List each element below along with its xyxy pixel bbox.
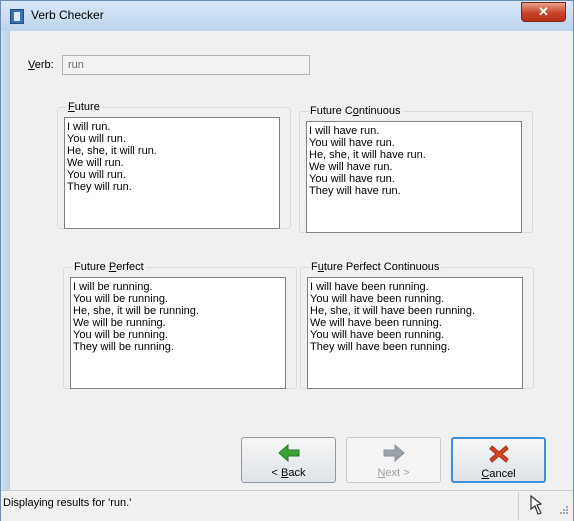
back-label: < Back (271, 467, 306, 479)
group-title-future: Future (66, 101, 102, 113)
x-mark-icon (453, 445, 544, 463)
window-title: Verb Checker (31, 8, 104, 22)
title-bar[interactable]: Verb Checker ✕ (1, 1, 573, 31)
future-perfect-results-box[interactable]: I will be running. You will be running. … (70, 277, 286, 389)
group-future: Future I will run. You will run. He, she… (57, 101, 291, 229)
next-label: Next > (377, 467, 410, 479)
future-results-box[interactable]: I will run. You will run. He, she, it wi… (64, 117, 280, 229)
close-button[interactable]: ✕ (521, 2, 566, 22)
verb-label: Verb: (28, 59, 54, 71)
next-button[interactable]: Next > (346, 437, 441, 483)
future-perfect-continuous-results-box[interactable]: I will have been running. You will have … (307, 277, 523, 389)
future-continuous-results-box[interactable]: I will have run. You will have run. He, … (306, 121, 522, 233)
cancel-label: Cancel (481, 468, 516, 480)
verb-checker-window: Verb Checker ✕ Verb: Future I will run. … (0, 0, 574, 521)
group-title-future-perfect-continuous: Future Perfect Continuous (309, 261, 442, 273)
group-title-future-continuous: Future Continuous (308, 105, 403, 117)
group-future-perfect: Future Perfect I will be running. You wi… (63, 261, 297, 389)
close-icon: ✕ (538, 4, 549, 19)
left-frame-shade (1, 31, 10, 490)
arrow-right-icon (347, 443, 440, 463)
flag-icon (526, 493, 548, 517)
status-separator (518, 492, 519, 520)
status-text: Displaying results for 'run.' (3, 497, 132, 509)
back-button[interactable]: < Back (241, 437, 336, 483)
arrow-left-icon (242, 443, 335, 463)
status-bar: Displaying results for 'run.' (1, 490, 573, 521)
resize-grip[interactable] (557, 505, 569, 517)
group-future-perfect-continuous: Future Perfect Continuous I will have be… (300, 261, 534, 389)
dialog-client-area: Verb: Future I will run. You will run. H… (10, 31, 566, 490)
app-icon (10, 9, 24, 24)
group-future-continuous: Future Continuous I will have run. You w… (299, 105, 533, 233)
cancel-button[interactable]: Cancel (451, 437, 546, 483)
group-title-future-perfect: Future Perfect (72, 261, 146, 273)
verb-input[interactable] (62, 55, 310, 75)
